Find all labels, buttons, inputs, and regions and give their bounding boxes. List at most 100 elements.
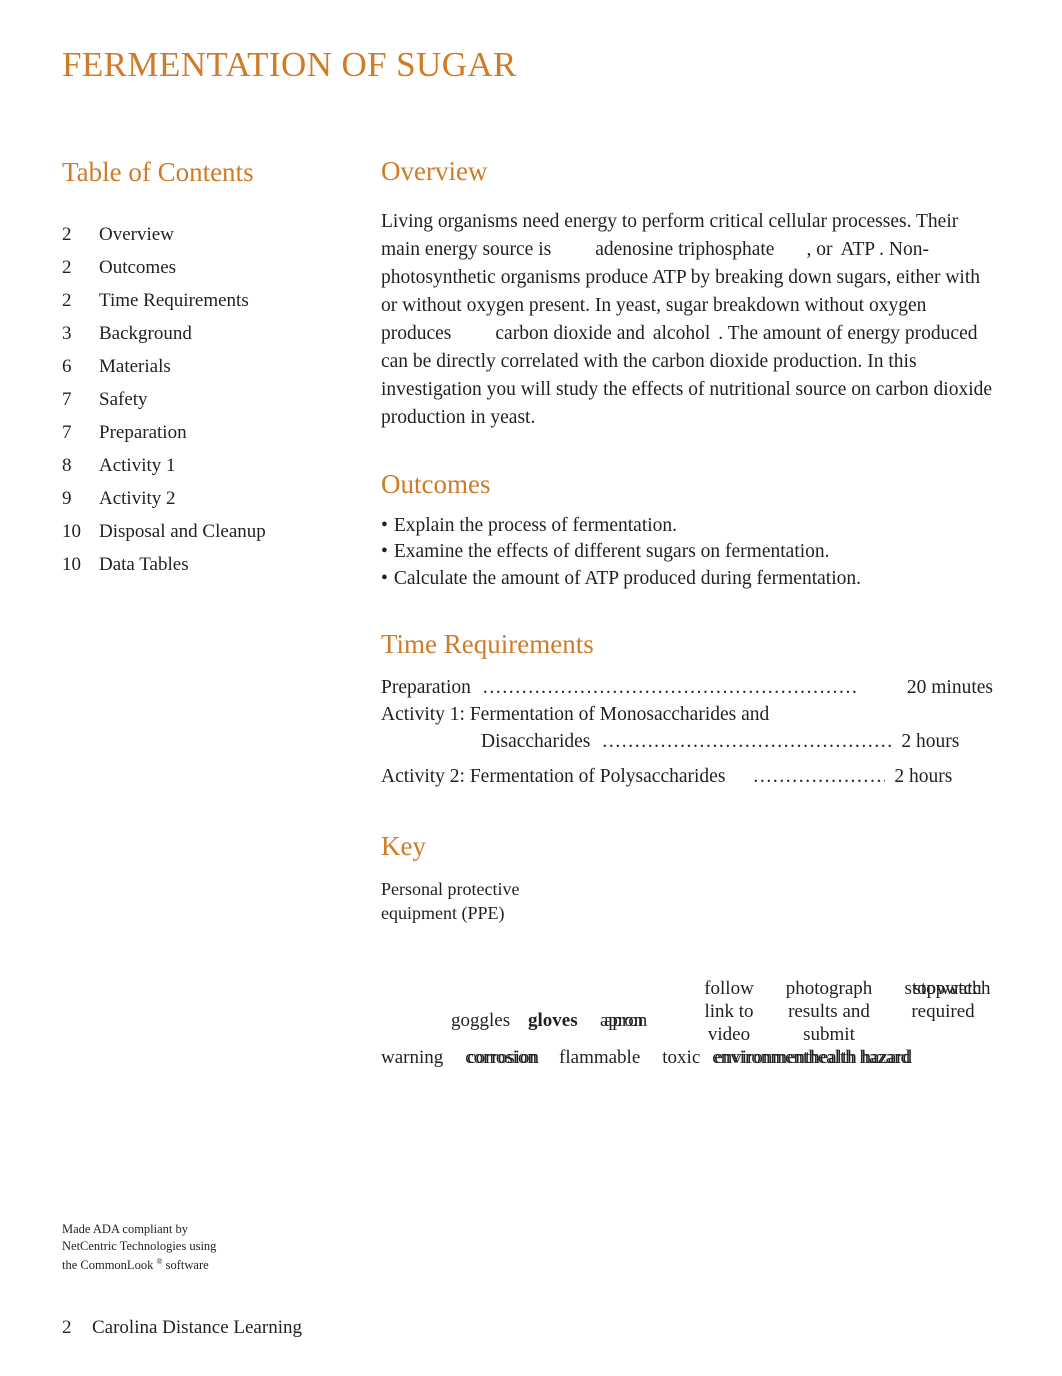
photograph-line-1: photograph [785, 978, 873, 999]
toc-heading: Table of Contents [62, 157, 254, 187]
hazard-health-hazard-overprint: health hazard [810, 1047, 913, 1068]
hazard-flammable: flammable [559, 1047, 641, 1068]
toc-entry-label: Preparation [99, 422, 187, 443]
toc-entry-time-requirements[interactable]: 2 Time Requirements [62, 284, 362, 317]
toc-entry-label: Activity 2 [99, 488, 176, 509]
footer-page-number: 2 [62, 1317, 72, 1338]
time-value: 2 hours [901, 731, 960, 752]
toc-entry-preparation[interactable]: 7 Preparation [62, 416, 362, 449]
overview-term-carbon-dioxide: carbon dioxide [495, 322, 612, 344]
hazard-environment: environment environment [712, 1046, 811, 1070]
bullet-icon: • [381, 541, 388, 562]
overview-heading: Overview [381, 156, 488, 186]
key-heading: Key [381, 831, 426, 861]
ada-compliance-note: Made ADA compliant by NetCentric Technol… [62, 1221, 216, 1274]
footer-publisher: Carolina Distance Learning [92, 1317, 302, 1338]
time-label: Preparation [381, 677, 471, 698]
toc-page-number: 10 [62, 521, 81, 542]
key-item-stopwatch-required: stopwatch stopwatch required [893, 977, 993, 1023]
ada-note-line-2: NetCentric Technologies using [62, 1238, 217, 1253]
toc-entry-activity-1[interactable]: 8 Activity 1 [62, 449, 362, 482]
hazard-environment-overprint: environment [714, 1047, 811, 1068]
hazard-legend-row: warning corrosion corrosion flammable toxic e… [381, 1046, 1001, 1070]
time-row-activity-1: Activity 1: Fermentation of Monosacchari… [381, 701, 993, 728]
hazard-warning: warning [381, 1047, 444, 1068]
time-row-preparation: Preparation ............................… [381, 674, 993, 701]
photograph-line-2: results and [788, 1001, 870, 1022]
overview-term-alcohol: alcohol [652, 322, 711, 344]
toc-entry-label: Time Requirements [99, 290, 249, 311]
key-item-photograph-results-and-submit: photograph results and submit [771, 977, 887, 1046]
time-label: Disaccharides [481, 731, 591, 752]
apron-label-overprint: apron [604, 1010, 648, 1031]
follow-link-line-2: link to [704, 1001, 754, 1022]
stopwatch-required-label: required [911, 1001, 975, 1022]
commonlook-label: the CommonLook [62, 1258, 154, 1273]
apron-label-doubled: apron apron [600, 1009, 647, 1032]
toc-entry-disposal-and-cleanup[interactable]: 10 Disposal and Cleanup [62, 515, 362, 548]
software-label: software [165, 1258, 209, 1273]
main-content-column: Overview Living organisms need energy to… [381, 155, 993, 1087]
stopwatch-label-overprint: stopwatch [913, 978, 991, 999]
key-item-gloves: gloves [528, 1009, 578, 1032]
toc-page-number: 7 [62, 422, 72, 443]
outcomes-heading: Outcomes [381, 468, 491, 499]
hazard-corrosion: corrosion corrosion [465, 1046, 540, 1070]
leader-dots: ......................... [753, 766, 885, 787]
overview-paragraph: Living organisms need energy to perform … [381, 208, 993, 432]
toc-page-number: 7 [62, 389, 72, 410]
key-item-goggles: goggles [451, 1009, 510, 1032]
overview-text-part-4: or [816, 238, 833, 260]
toc-page-number: 8 [62, 455, 72, 476]
time-row-activity-2: Activity 2: Fermentation of Polysacchari… [381, 763, 993, 790]
time-label: Activity 2: Fermentation of Polysacchari… [381, 766, 726, 787]
time-row-disaccharides: Disaccharides ..........................… [381, 728, 993, 755]
toc-entry-overview[interactable]: 2 Overview [62, 218, 362, 251]
outcome-text: Explain the process of fermentation. [393, 514, 678, 536]
hazard-corrosion-overprint: corrosion [467, 1047, 540, 1068]
toc-entry-materials[interactable]: 6 Materials [62, 350, 362, 383]
toc-entry-data-tables[interactable]: 10 Data Tables [62, 548, 362, 581]
toc-entry-label: Disposal and Cleanup [99, 521, 266, 542]
leader-dots: ........................................… [602, 731, 892, 752]
key-item-apron: apron apron [600, 1009, 647, 1032]
list-item: • Examine the effects of different sugars… [381, 539, 993, 566]
bullet-icon: • [381, 567, 388, 589]
list-item: • Calculate the amount of ATP produced du… [381, 566, 993, 593]
leader-dots: ........................................… [482, 677, 859, 698]
toc-page-number: 6 [62, 356, 72, 377]
overview-term-atp-full: adenosine triphosphate [595, 238, 775, 260]
follow-link-line-1: follow [704, 978, 754, 999]
toc-entry-label: Outcomes [99, 257, 177, 278]
toc-page-number: 10 [62, 554, 81, 575]
follow-link-line-3: video [707, 1024, 751, 1045]
toc-entry-outcomes[interactable]: 2 Outcomes [62, 251, 362, 284]
bullet-icon: • [381, 514, 388, 536]
table-of-contents: Table of Contents 2 Overview 2 Outcomes … [62, 155, 362, 581]
toc-entry-background[interactable]: 3 Background [62, 317, 362, 350]
overview-text-part-8: and [616, 322, 645, 344]
goggles-label: goggles [451, 1010, 511, 1031]
ada-note-line-1: Made ADA compliant by [62, 1222, 189, 1236]
toc-entry-label: Background [99, 323, 192, 344]
page-title: FERMENTATION OF SUGAR [62, 45, 517, 84]
time-value: 2 hours [894, 766, 953, 787]
outcome-text: Calculate the amount of ATP produced dur… [393, 567, 861, 589]
toc-entry-label: Safety [99, 389, 148, 410]
ppe-label: Personal protective equipment (PPE) [381, 879, 520, 923]
hazard-toxic: toxic [662, 1047, 701, 1068]
time-requirements-table: Preparation ............................… [381, 674, 993, 790]
outcome-text: Examine the effects of different sugars … [393, 541, 830, 562]
toc-entry-activity-2[interactable]: 9 Activity 2 [62, 482, 362, 515]
ada-note-line-3: the CommonLook ® software [62, 1254, 216, 1274]
toc-entry-label: Overview [99, 224, 174, 245]
toc-entry-label: Activity 1 [99, 455, 176, 476]
overview-text-comma: , [806, 238, 812, 260]
toc-page-number: 2 [62, 224, 72, 245]
toc-entry-label: Data Tables [99, 554, 189, 575]
photograph-line-3: submit [803, 1024, 855, 1045]
time-requirements-heading: Time Requirements [381, 629, 594, 659]
key-item-follow-link-to-video[interactable]: follow link to video [693, 977, 765, 1046]
toc-page-number: 2 [62, 290, 72, 311]
toc-entry-safety[interactable]: 7 Safety [62, 383, 362, 416]
